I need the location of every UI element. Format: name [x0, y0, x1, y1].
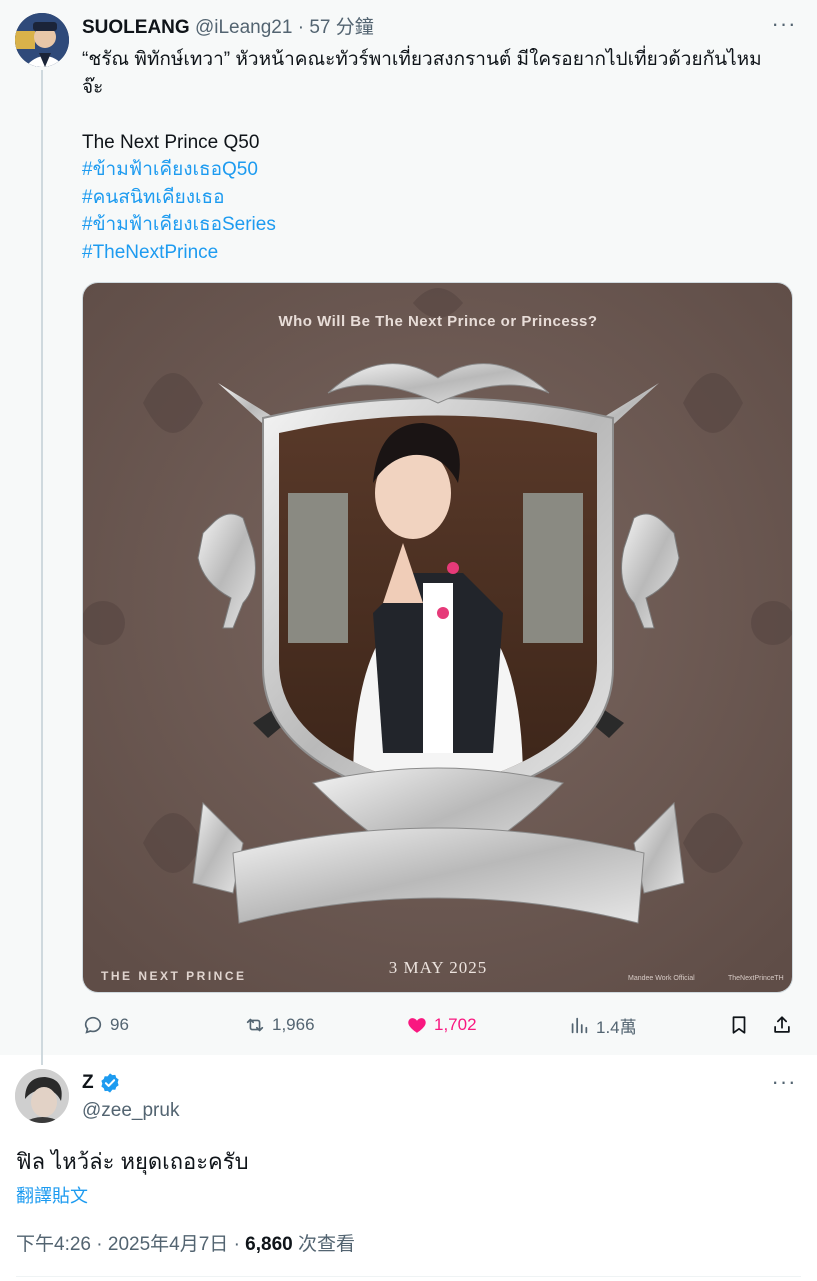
bookmark-icon: [732, 1016, 746, 1034]
parent-more-icon[interactable]: ···: [771, 13, 797, 38]
divider: [16, 1276, 801, 1277]
repost-button[interactable]: 1,966: [244, 1010, 315, 1040]
parent-header: SUOLEANG @iLeang21 · 57 分鐘: [82, 15, 374, 41]
like-button[interactable]: 1,702: [406, 1010, 477, 1040]
analytics-icon: [571, 1017, 588, 1034]
reply-author: Z: [82, 1072, 121, 1094]
hashtag-link[interactable]: #ข้ามฟ้าเคียงเธอSeries: [82, 211, 802, 239]
translate-link[interactable]: 翻譯貼文: [16, 1182, 88, 1208]
poster-date: 3 MAY 2025: [389, 958, 487, 977]
poster-handle: TheNextPrinceTH: [728, 975, 784, 982]
views-button[interactable]: 1.4萬: [568, 1010, 637, 1040]
verified-badge-icon[interactable]: [99, 1072, 121, 1094]
reply-more-icon[interactable]: ···: [771, 1071, 797, 1096]
poster-credit: Mandee Work Official: [628, 975, 695, 982]
repost-icon: [246, 1018, 264, 1032]
reply-meta: 下午4:26 · 2025年4月7日 · 6,860 次查看: [16, 1229, 355, 1256]
parent-tweet-text: “ชรัณ พิทักษ์เทวา” หัวหน้าคณะทัวร์พาเที่…: [82, 46, 802, 266]
parent-display-name[interactable]: SUOLEANG: [82, 17, 190, 38]
tweet-text-line: จ๊ะ: [82, 76, 104, 98]
hashtag-link[interactable]: #คนสนิทเคียงเธอ: [82, 184, 802, 212]
heart-filled-icon: [408, 1018, 426, 1033]
like-count: 1,702: [434, 1015, 477, 1034]
reply-date[interactable]: 2025年4月7日: [108, 1234, 228, 1255]
reply-view-count: 6,860: [245, 1234, 293, 1255]
poster-headline: Who Will Be The Next Prince or Princess?: [278, 313, 597, 330]
reply-button[interactable]: 96: [82, 1010, 129, 1040]
reply-count: 96: [110, 1015, 129, 1034]
reply-icon: [84, 1016, 102, 1034]
reply-handle[interactable]: @zee_pruk: [82, 1100, 179, 1122]
bookmark-button[interactable]: [728, 1010, 750, 1040]
parent-handle[interactable]: @iLeang21: [195, 17, 292, 38]
reply-text: ฟิล ไหว้ล่ะ หยุดเถอะครับ: [16, 1149, 249, 1174]
hashtag-link[interactable]: #TheNextPrince: [82, 239, 802, 267]
parent-action-bar: 96 1,966 1,702 1.4萬: [82, 1010, 797, 1040]
tweet-text-line: The Next Prince Q50: [82, 131, 260, 153]
reply-display-name[interactable]: Z: [82, 1072, 94, 1094]
parent-timestamp[interactable]: 57 分鐘: [309, 17, 373, 38]
thread-connector: [41, 70, 43, 1065]
poster-brand: THE NEXT PRINCE: [101, 969, 247, 983]
hashtag-link[interactable]: #ข้ามฟ้าเคียงเธอQ50: [82, 156, 802, 184]
reply-time[interactable]: 下午4:26: [16, 1234, 91, 1255]
header-separator: ·: [297, 17, 305, 38]
meta-separator: ·: [233, 1234, 240, 1255]
share-button[interactable]: [771, 1010, 793, 1040]
meta-separator: ·: [96, 1234, 103, 1255]
reply-avatar[interactable]: [15, 1069, 69, 1123]
tweet-text-line: “ชรัณ พิทักษ์เทวา” หัวหน้าคณะทัวร์พาเที่…: [82, 49, 762, 70]
repost-count: 1,966: [272, 1015, 315, 1034]
portrait-photo: [279, 415, 597, 791]
reply-views-label: 次查看: [298, 1234, 356, 1255]
share-icon: [774, 1016, 790, 1033]
parent-avatar[interactable]: [15, 13, 69, 67]
tweet-media-image[interactable]: Who Will Be The Next Prince or Princess?: [82, 282, 793, 993]
views-count: 1.4萬: [596, 1017, 637, 1037]
